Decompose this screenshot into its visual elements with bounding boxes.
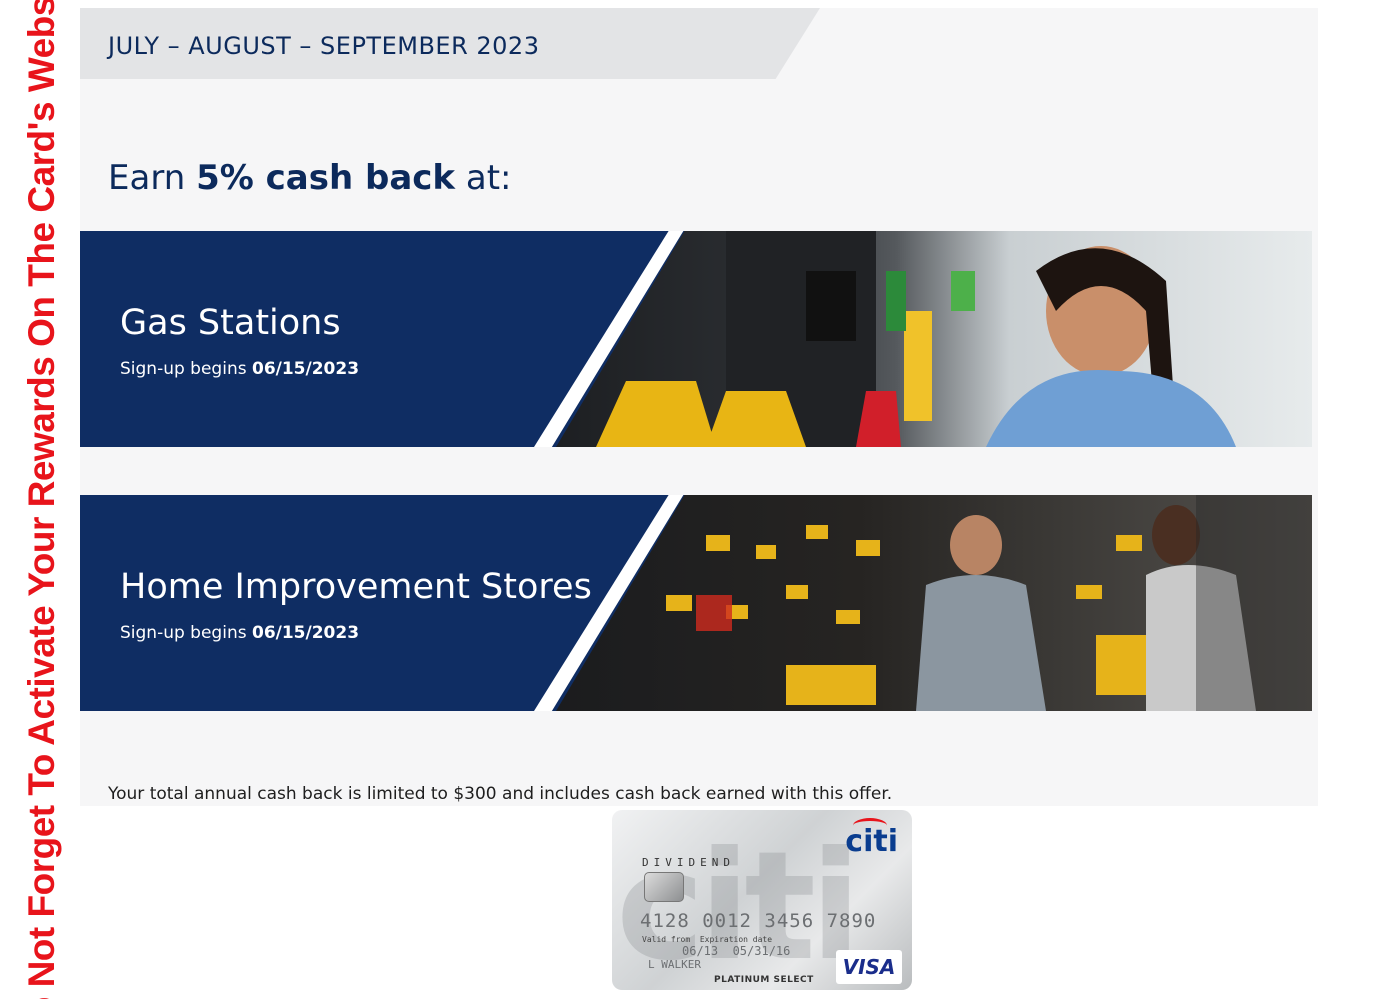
tools-illustration [666,495,1312,711]
headline: Earn 5% cash back at: [108,158,511,198]
side-banner: Do Not Forget To Activate Your Rewards O… [0,0,70,999]
headline-bold: 5% cash back [196,158,456,198]
gas-pump-illustration [596,231,1236,447]
side-banner-text: Do Not Forget To Activate Your Rewards O… [21,0,62,999]
signup-date: 06/15/2023 [251,623,360,643]
valid-from-label: Valid from [642,935,691,944]
category-home-improvement[interactable]: Home Improvement Stores Sign-up begins 0… [80,495,1312,711]
valid-date: 06/13 [682,944,719,958]
signup-date: 06/15/2023 [251,359,360,379]
category-title: Gas Stations [120,303,341,343]
card-product: DIVIDEND [642,856,735,869]
signup-label: Sign-up begins [120,359,252,379]
visa-logo: VISA [836,950,902,984]
power-tools-photo [556,495,1312,711]
season-label: JULY – AUGUST – SEPTEMBER 2023 [108,32,540,60]
citi-logo: citi [845,818,898,859]
gas-pump-photo [556,231,1312,447]
signup-label: Sign-up begins [120,623,252,643]
expiry-date: 05/31/16 [732,944,791,958]
category-title: Home Improvement Stores [120,567,592,607]
card-number: 4128 0012 3456 7890 [640,910,877,932]
signup-text: Sign-up begins 06/15/2023 [120,623,359,643]
credit-card-image: citi citi DIVIDEND 4128 0012 3456 7890 V… [612,810,912,990]
card-tier: PLATINUM SELECT [714,975,814,985]
category-gas-stations[interactable]: Gas Stations Sign-up begins 06/15/2023 [80,231,1312,447]
season-header: JULY – AUGUST – SEPTEMBER 2023 [80,8,820,79]
signup-text: Sign-up begins 06/15/2023 [120,359,359,379]
expiry-label: Expiration date [699,935,773,944]
card-holder: L WALKER [648,958,701,971]
headline-prefix: Earn [108,158,197,198]
cashback-limit-note: Your total annual cash back is limited t… [108,784,893,804]
chip-icon [644,872,684,902]
card-dates: 06/13 05/31/16 [682,944,790,958]
headline-suffix: at: [455,158,512,198]
